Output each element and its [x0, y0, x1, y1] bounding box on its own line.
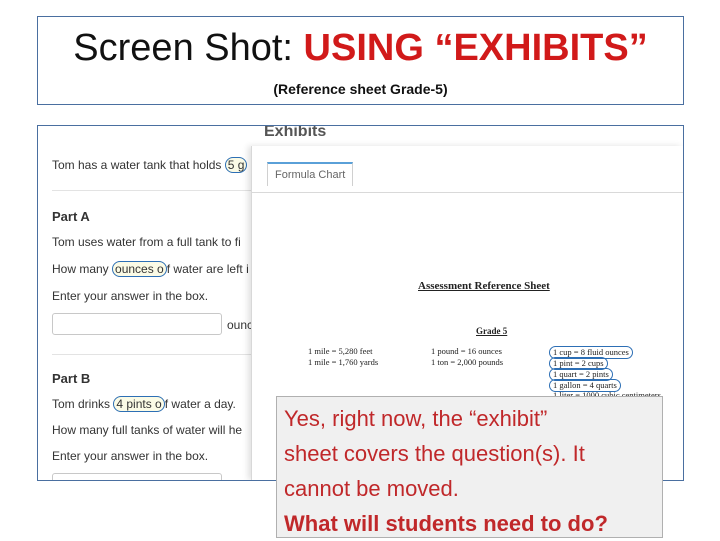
part-b-line2: How many full tanks of water will he [52, 423, 243, 437]
exhibit-tab-strip: Formula Chart [252, 146, 683, 193]
part-b-answer-input[interactable] [52, 473, 222, 480]
conversion-item: 1 mile = 5,280 feet [308, 346, 373, 356]
conversions-weight: 1 pound = 16 ounces 1 ton = 2,000 pounds [431, 346, 503, 368]
highlight-ounces: ounces o [112, 261, 167, 277]
callout-line: Yes, right now, the “exhibit” [284, 406, 548, 431]
conversions-capacity: 1 cup = 8 fluid ounces 1 pint = 2 cups 1… [549, 346, 661, 401]
conversion-item: 1 pound = 16 ounces [431, 346, 502, 356]
slide-title-box: Screen Shot: USING “EXHIBITS” (Reference… [37, 16, 684, 105]
part-b-line1: Tom drinks 4 pints of water a day. [52, 396, 236, 412]
part-a-line2: How many ounces of water are left i [52, 261, 249, 277]
part-b-line1-before: Tom drinks [52, 397, 114, 411]
part-a-line2-before: How many [52, 262, 113, 276]
slide-title: Screen Shot: USING “EXHIBITS” [38, 27, 683, 70]
intro-text: Tom has a water tank that holds [52, 158, 225, 172]
part-b-line3: Enter your answer in the box. [52, 449, 209, 463]
highlight-gallons: 5 g [224, 157, 248, 173]
question-intro: Tom has a water tank that holds 5 g [52, 157, 248, 173]
callout-note: Yes, right now, the “exhibit” sheet cove… [276, 396, 663, 538]
part-a-label: Part A [52, 209, 90, 224]
reference-sheet-title: Assessment Reference Sheet [418, 280, 550, 292]
callout-line: sheet covers the question(s). It [284, 441, 585, 466]
grade-label: Grade 5 [476, 326, 508, 336]
question-pane: Tom has a water tank that holds 5 g Part… [38, 126, 254, 480]
part-a-line2-after: f water are left i [166, 262, 249, 276]
tab-formula-chart[interactable]: Formula Chart [267, 162, 354, 186]
part-a-line1: Tom uses water from a full tank to fi [52, 235, 241, 249]
part-a-unit: ounc [227, 318, 254, 332]
exhibits-title: Exhibits [264, 125, 327, 140]
conversions-length: 1 mile = 5,280 feet 1 mile = 1,760 yards [308, 346, 378, 368]
callout-line: cannot be moved. [284, 476, 459, 501]
slide-subtitle: (Reference sheet Grade-5) [273, 81, 448, 97]
part-b-label: Part B [52, 371, 91, 386]
title-prefix: Screen Shot: [73, 27, 304, 69]
part-a-line3: Enter your answer in the box. [52, 289, 209, 303]
part-b-line1-after: f water a day. [164, 397, 236, 411]
title-accent: USING “EXHIBITS” [303, 27, 648, 69]
divider [52, 190, 252, 191]
conversion-item: 1 ton = 2,000 pounds [431, 357, 504, 367]
divider [52, 354, 252, 355]
conversion-item: 1 mile = 1,760 yards [308, 357, 379, 367]
part-a-answer-input[interactable] [52, 313, 222, 335]
callout-question: What will students need to do? [284, 511, 608, 536]
highlight-pints: 4 pints o [113, 396, 165, 412]
